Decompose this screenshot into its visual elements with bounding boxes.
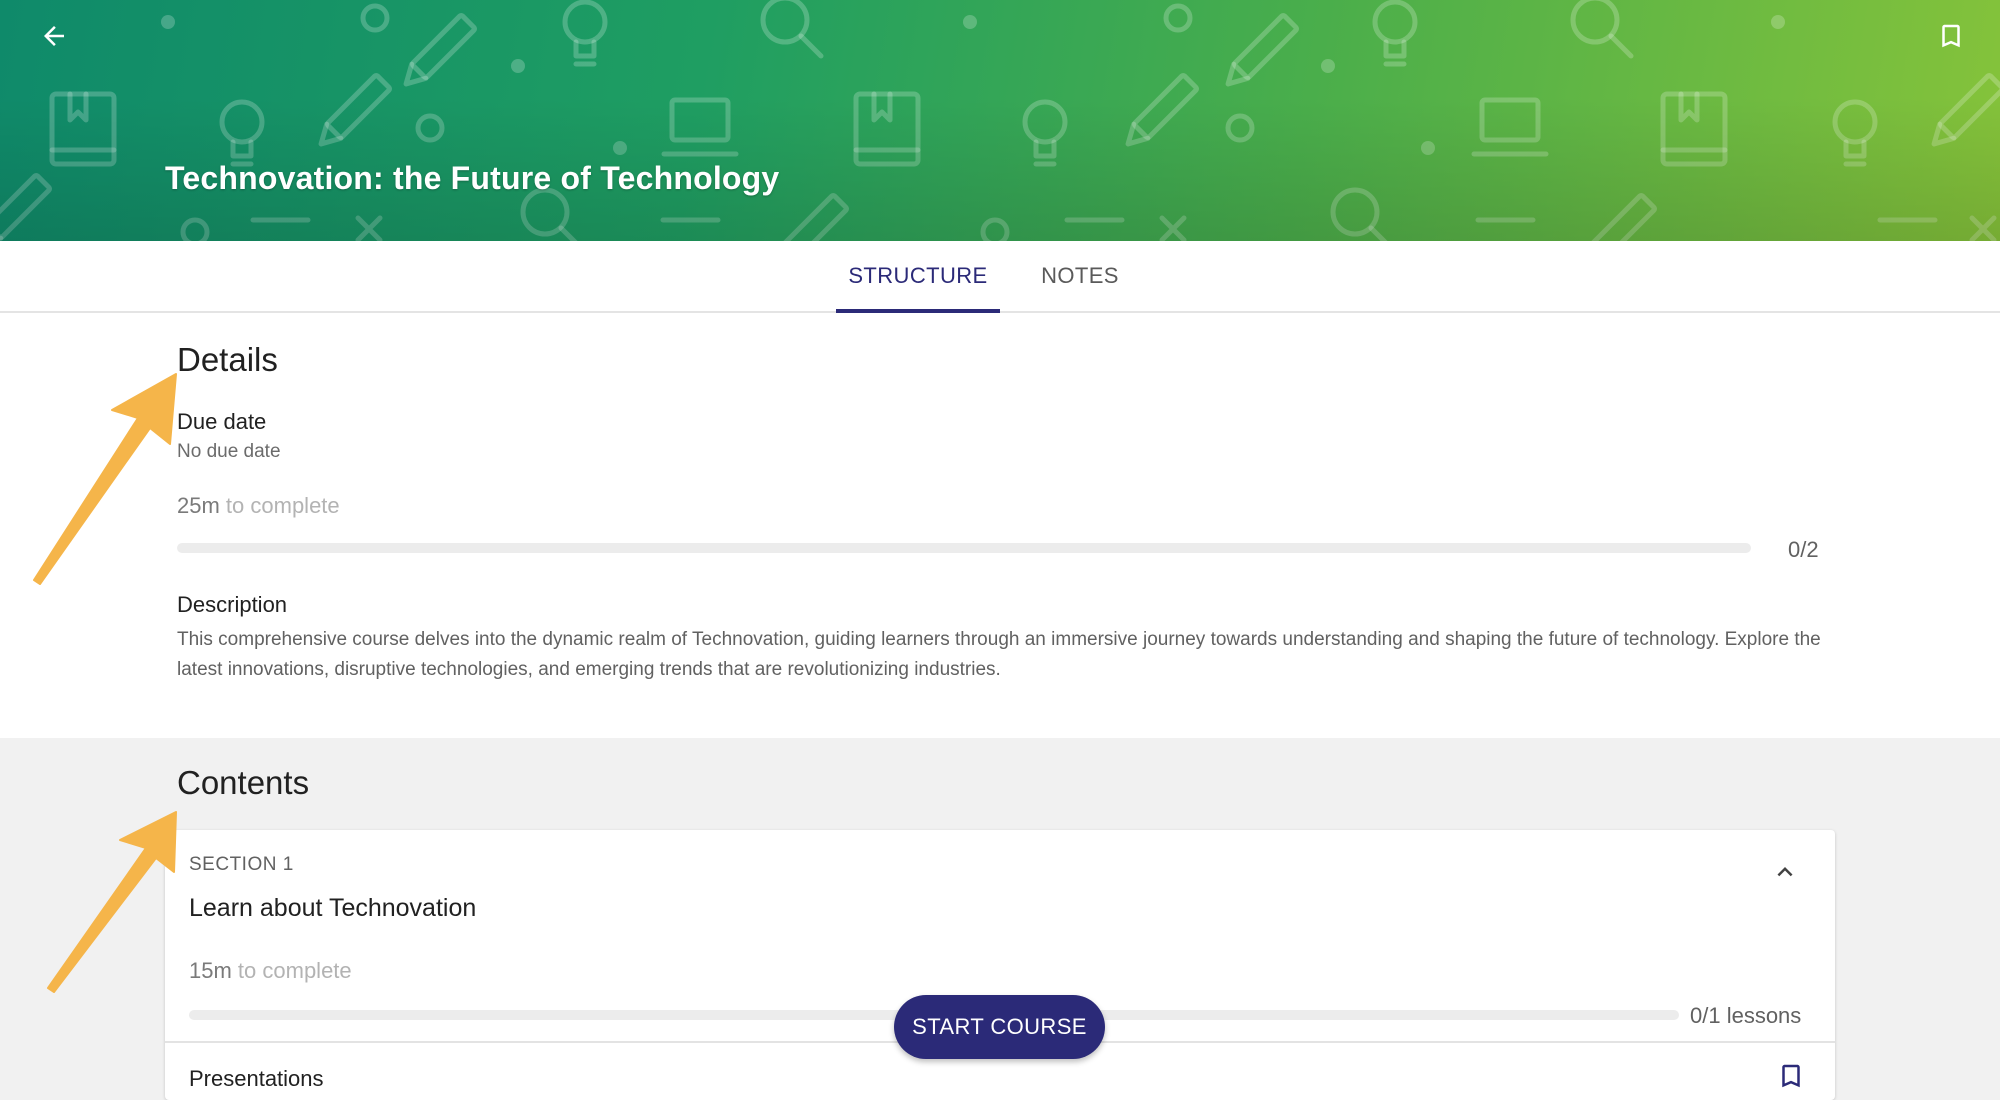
- course-title: Technovation: the Future of Technology: [165, 160, 780, 196]
- section-duration: 15m to complete: [189, 958, 352, 984]
- bookmark-outline-icon: [1782, 1064, 1800, 1088]
- lesson-item-presentations[interactable]: Presentations: [189, 1066, 324, 1092]
- course-progress-count: 0/2: [1788, 537, 1819, 562]
- tab-bar: STRUCTURE NOTES: [0, 241, 2000, 313]
- section-overline: SECTION 1: [189, 854, 294, 875]
- tab-notes[interactable]: NOTES: [1022, 241, 1138, 311]
- doodle-pattern-background: [0, 0, 2000, 241]
- description-label: Description: [177, 592, 288, 617]
- section-title: Learn about Technovation: [189, 894, 477, 922]
- details-heading: Details: [177, 341, 278, 378]
- collapse-section-button[interactable]: [1763, 850, 1807, 894]
- bookmark-outline-icon: [1942, 24, 1960, 48]
- section-progress-count: 0/1 lessons: [1690, 1003, 1802, 1028]
- start-course-button[interactable]: START COURSE: [894, 995, 1105, 1059]
- arrow-back-icon: [44, 26, 64, 46]
- duration-suffix: to complete: [225, 493, 340, 518]
- annotation-arrow: [47, 811, 177, 993]
- section-card: SECTION 1 Learn about Technovation 15m t…: [165, 830, 1835, 1100]
- course-header-banner: Technovation: the Future of Technology: [0, 0, 2000, 241]
- description-text: This comprehensive course delves into th…: [177, 629, 1821, 680]
- course-duration: 25m to complete: [177, 493, 340, 519]
- details-section: Details Due date No due date 25m to comp…: [0, 313, 2000, 739]
- course-progress-bar: [177, 543, 1751, 553]
- section-duration-suffix: to complete: [237, 958, 352, 983]
- back-button[interactable]: [30, 16, 78, 56]
- annotation-arrow: [33, 373, 177, 585]
- bookmark-course-button[interactable]: [1927, 14, 1975, 58]
- chevron-up-icon: [1777, 867, 1793, 877]
- lesson-bookmark-button[interactable]: [1771, 1054, 1811, 1098]
- due-date-label: Due date: [177, 409, 267, 434]
- contents-heading: Contents: [177, 764, 310, 801]
- tab-structure[interactable]: STRUCTURE: [836, 241, 1000, 313]
- due-date-value: No due date: [177, 441, 281, 462]
